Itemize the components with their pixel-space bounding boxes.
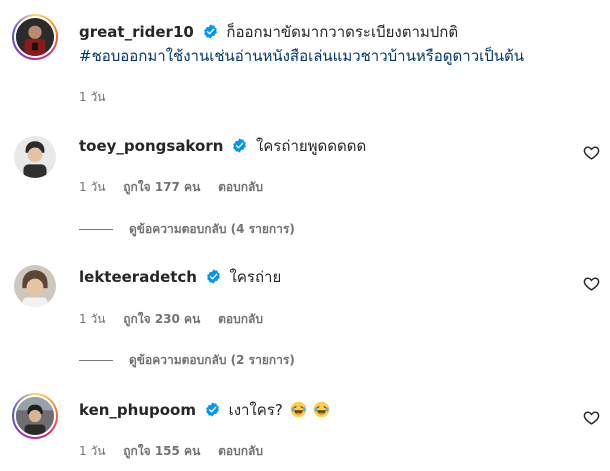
comment-line: lekteeradetch ใครถ่าย (79, 267, 281, 287)
reply-button[interactable]: ตอบกลับ (218, 180, 263, 194)
comment-text: เงาใคร? (228, 401, 283, 419)
heart-icon[interactable] (583, 409, 600, 426)
laughing-emoji-icon (314, 401, 330, 418)
comment-meta: 1 วัน ถูกใจ 177 คน ตอบกลับ (79, 178, 277, 197)
heart-icon[interactable] (583, 144, 600, 161)
divider-dash (79, 229, 113, 230)
comment-text: ใครถ่าย (229, 268, 282, 286)
post-caption-text: ก็ออกมาขัดมากวาดระเบียงตามปกติ (226, 23, 459, 41)
avatar[interactable] (12, 393, 58, 439)
laughing-emoji-icon (290, 401, 306, 418)
verified-icon (206, 269, 220, 284)
view-replies-label: ดูข้อความตอบกลับ (2 รายการ) (129, 353, 295, 367)
verified-icon (203, 24, 217, 39)
comment-text: ใครถ่ายพูดดดดด (255, 137, 367, 155)
caption-line: great_rider10 ก็ออกมาขัดมากวาดระเบียงตาม… (79, 22, 458, 42)
avatar-image (14, 265, 56, 307)
view-replies-label: ดูข้อความตอบกลับ (4 รายการ) (129, 222, 295, 236)
reply-button[interactable]: ตอบกลับ (218, 444, 263, 458)
view-replies-button[interactable]: ดูข้อความตอบกลับ (4 รายการ) (79, 220, 295, 239)
comment-meta: 1 วัน ถูกใจ 155 คน ตอบกลับ (79, 442, 277, 461)
comment-username[interactable]: ken_phupoom (79, 401, 196, 419)
post-username[interactable]: great_rider10 (79, 23, 194, 41)
comment-line: ken_phupoom เงาใคร? (79, 400, 330, 420)
verified-icon (233, 138, 247, 153)
post-hashtag[interactable]: #ชอบออกมาใช้งานเช่นอ่านหนังสือเล่นแมวชาว… (79, 46, 524, 66)
comment-timestamp[interactable]: 1 วัน (79, 312, 105, 326)
avatar[interactable] (12, 134, 58, 180)
heart-icon[interactable] (583, 275, 600, 292)
avatar-image (14, 395, 56, 437)
divider-dash (79, 360, 113, 361)
comment-timestamp[interactable]: 1 วัน (79, 444, 105, 458)
post-caption: great_rider10 ก็ออกมาขัดมากวาดระเบียงตาม… (0, 0, 610, 110)
view-replies-button[interactable]: ดูข้อความตอบกลับ (2 รายการ) (79, 351, 295, 370)
comment-line: toey_pongsakorn ใครถ่ายพูดดดดด (79, 136, 366, 156)
post-timestamp[interactable]: 1 วัน (79, 90, 105, 104)
comment-username[interactable]: toey_pongsakorn (79, 137, 223, 155)
like-count[interactable]: ถูกใจ 155 คน (123, 444, 200, 458)
avatar[interactable] (12, 14, 58, 60)
comment-item: lekteeradetch ใครถ่าย 1 วัน ถูกใจ 230 คน… (0, 255, 610, 375)
like-count[interactable]: ถูกใจ 230 คน (123, 312, 200, 326)
comment-item: toey_pongsakorn ใครถ่ายพูดดดดด 1 วัน ถูก… (0, 120, 610, 240)
avatar-image (14, 16, 56, 58)
comment-item: ken_phupoom เงาใคร? 1 วัน ถูกใจ 155 คน ต… (0, 385, 610, 471)
like-count[interactable]: ถูกใจ 177 คน (123, 180, 200, 194)
comment-username[interactable]: lekteeradetch (79, 268, 197, 286)
post-meta: 1 วัน (79, 88, 119, 107)
avatar-image (14, 136, 56, 178)
comment-meta: 1 วัน ถูกใจ 230 คน ตอบกลับ (79, 310, 277, 329)
avatar[interactable] (12, 263, 58, 309)
comment-timestamp[interactable]: 1 วัน (79, 180, 105, 194)
reply-button[interactable]: ตอบกลับ (218, 312, 263, 326)
verified-icon (205, 402, 219, 417)
